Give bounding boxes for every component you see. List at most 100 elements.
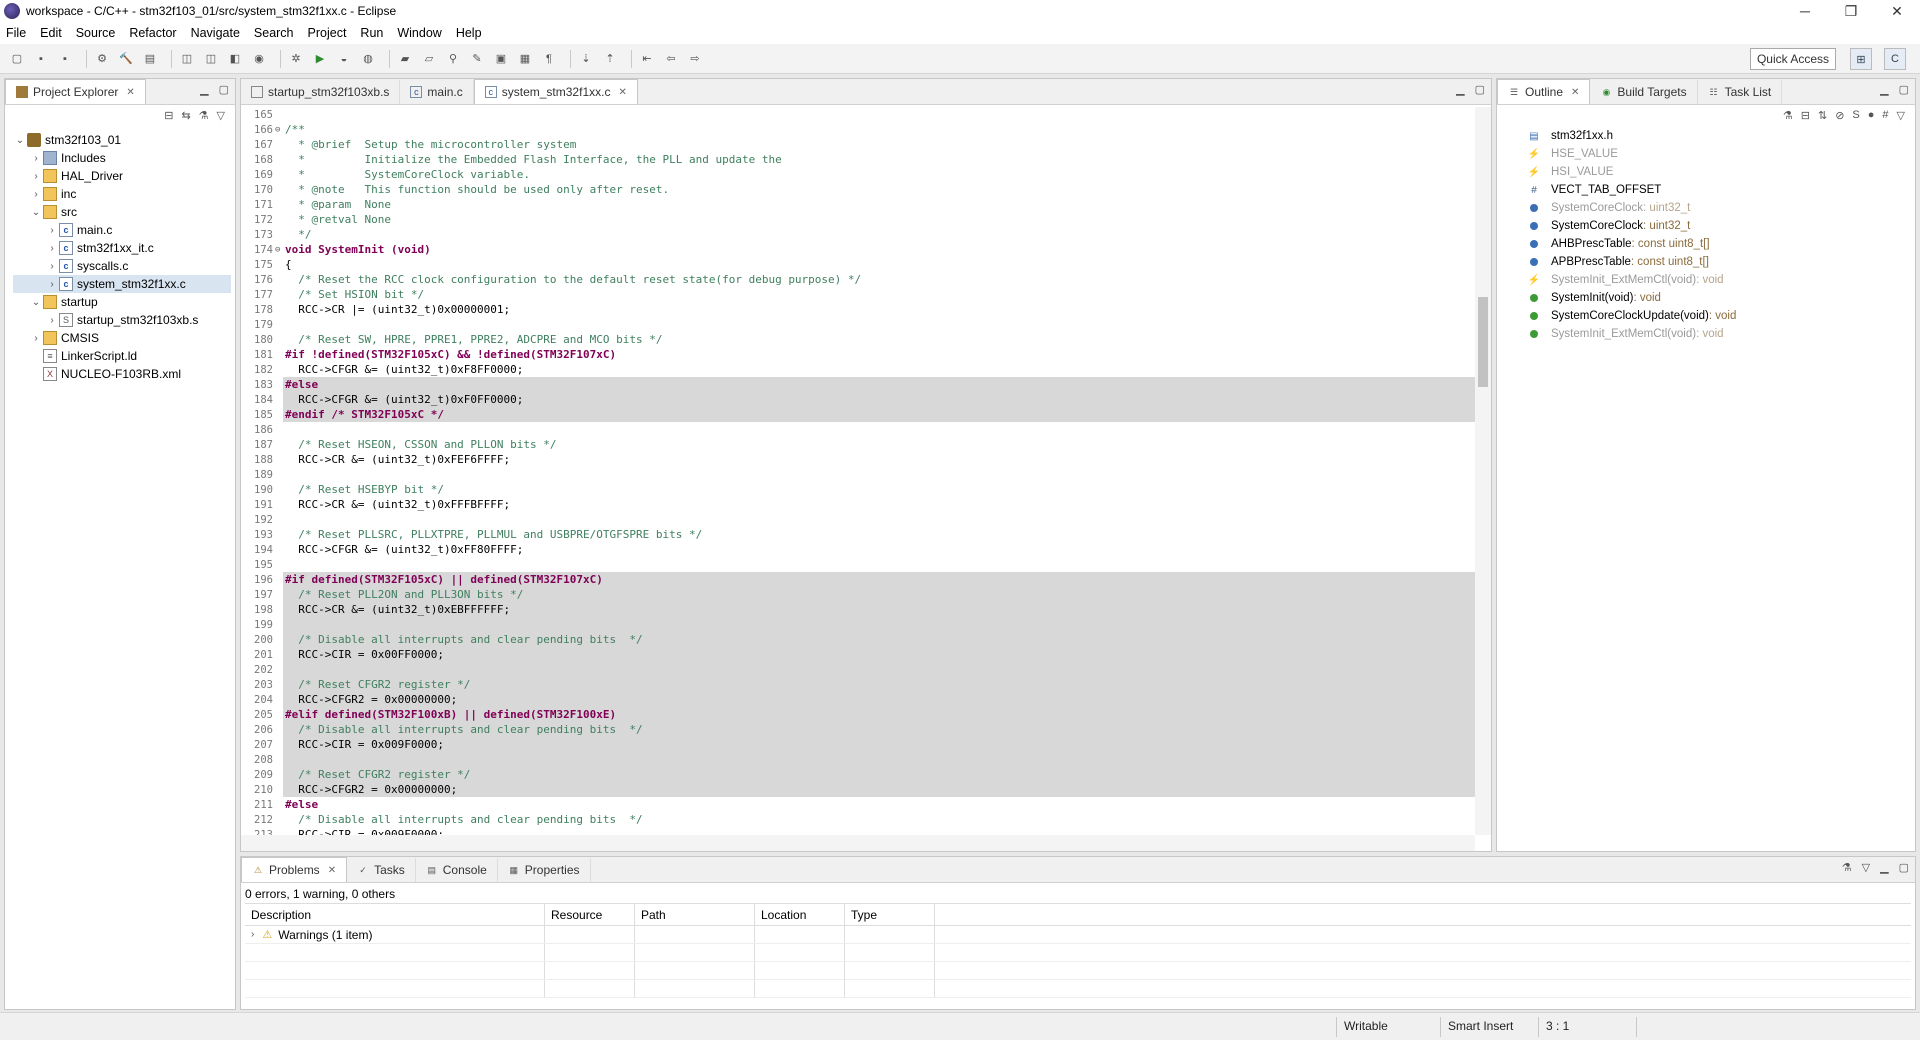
view-menu-icon[interactable]: ▽ bbox=[1897, 109, 1905, 122]
code-line[interactable]: 197 /* Reset PLL2ON and PLL3ON bits */ bbox=[241, 587, 1475, 602]
code-line[interactable]: 178 RCC->CR |= (uint32_t)0x00000001; bbox=[241, 302, 1475, 317]
code-line[interactable]: 183 #else bbox=[241, 377, 1475, 392]
tree-item[interactable]: › HAL_Driver bbox=[13, 167, 231, 185]
chevron-down-icon[interactable]: ⌄ bbox=[13, 135, 27, 146]
maximize-icon[interactable]: ▢ bbox=[219, 83, 229, 96]
outline-item[interactable]: APBPrescTable : const uint8_t[] bbox=[1527, 253, 1909, 271]
build-target-icon[interactable]: ▤ bbox=[141, 50, 159, 68]
tab-startup-file[interactable]: startup_stm32f103xb.s bbox=[241, 80, 401, 104]
scrollbar-thumb[interactable] bbox=[1478, 297, 1488, 387]
open-perspective-icon[interactable]: ⊞ bbox=[1850, 48, 1872, 70]
code-line[interactable]: 213 RCC->CIR = 0x009F0000; bbox=[241, 827, 1475, 835]
hide-fields-icon[interactable]: ⊘ bbox=[1835, 109, 1844, 122]
code-line[interactable]: 189 bbox=[241, 467, 1475, 482]
block-select-icon[interactable]: ▦ bbox=[516, 50, 534, 68]
build-icon[interactable]: 🔨 bbox=[117, 50, 135, 68]
code-line[interactable]: 209 /* Reset CFGR2 register */ bbox=[241, 767, 1475, 782]
tree-item[interactable]: ⌄ src bbox=[13, 203, 231, 221]
chevron-down-icon[interactable]: ⌄ bbox=[29, 207, 43, 218]
debug-icon[interactable]: ✲ bbox=[287, 50, 305, 68]
open-type-icon[interactable]: ▰ bbox=[396, 50, 414, 68]
restore-button[interactable]: ❐ bbox=[1828, 0, 1874, 22]
minimize-icon[interactable]: ▁ bbox=[1880, 83, 1888, 96]
highlight-icon[interactable]: ✎ bbox=[468, 50, 486, 68]
status-insert-mode[interactable]: Smart Insert bbox=[1448, 1019, 1513, 1033]
close-button[interactable]: ✕ bbox=[1874, 0, 1920, 22]
run-icon[interactable]: ▶ bbox=[311, 50, 329, 68]
tab-main-c[interactable]: c main.c bbox=[400, 80, 474, 104]
outline-item[interactable]: AHBPrescTable : const uint8_t[] bbox=[1527, 235, 1909, 253]
last-edit-icon[interactable]: ⇤ bbox=[638, 50, 656, 68]
column-location[interactable]: Location bbox=[755, 904, 845, 925]
horizontal-scrollbar[interactable] bbox=[241, 835, 1475, 851]
tree-item[interactable]: › c stm32f1xx_it.c bbox=[13, 239, 231, 257]
column-path[interactable]: Path bbox=[635, 904, 755, 925]
chevron-right-icon[interactable]: › bbox=[45, 225, 59, 236]
menu-search[interactable]: Search bbox=[254, 26, 294, 40]
code-line[interactable]: 212 /* Disable all interrupts and clear … bbox=[241, 812, 1475, 827]
tree-item[interactable]: › c main.c bbox=[13, 221, 231, 239]
fold-toggle-icon[interactable]: ⊖ bbox=[275, 245, 283, 255]
save-all-icon[interactable]: ▪ bbox=[56, 50, 74, 68]
open-folder-icon[interactable]: ▱ bbox=[420, 50, 438, 68]
hide-non-public-icon[interactable]: ● bbox=[1868, 109, 1875, 122]
code-line[interactable]: 198 RCC->CR &= (uint32_t)0xEBFFFFFF; bbox=[241, 602, 1475, 617]
outline-item[interactable]: SystemCoreClock : uint32_t bbox=[1527, 199, 1909, 217]
external-tools-icon[interactable]: ◍ bbox=[359, 50, 377, 68]
next-annotation-icon[interactable]: ⇣ bbox=[577, 50, 595, 68]
code-line[interactable]: 207 RCC->CIR = 0x009F0000; bbox=[241, 737, 1475, 752]
link-with-editor-icon[interactable]: ⇆ bbox=[181, 109, 190, 122]
tab-tasks[interactable]: ✓ Tasks bbox=[347, 858, 416, 882]
outline-item[interactable]: ⚡ HSI_VALUE bbox=[1527, 163, 1909, 181]
chevron-right-icon[interactable]: › bbox=[29, 333, 43, 344]
maximize-icon[interactable]: ▢ bbox=[1899, 83, 1909, 96]
settings-icon[interactable]: ⚙ bbox=[93, 50, 111, 68]
outline-item[interactable]: SystemInit(void) : void bbox=[1527, 289, 1909, 307]
chevron-right-icon[interactable]: › bbox=[29, 171, 43, 182]
new-folder-icon[interactable]: ◫ bbox=[202, 50, 220, 68]
close-icon[interactable]: ✕ bbox=[126, 87, 134, 98]
column-type[interactable]: Type bbox=[845, 904, 935, 925]
group-includes-icon[interactable]: # bbox=[1882, 109, 1888, 122]
code-line[interactable]: 187 /* Reset HSEON, CSSON and PLLON bits… bbox=[241, 437, 1475, 452]
tree-item[interactable]: › Sstartup_stm32f103xb.s bbox=[13, 311, 231, 329]
close-icon[interactable]: ✕ bbox=[1571, 87, 1579, 98]
new-project-icon[interactable]: ◫ bbox=[178, 50, 196, 68]
code-line[interactable]: 177 /* Set HSION bit */ bbox=[241, 287, 1475, 302]
chevron-right-icon[interactable]: › bbox=[29, 189, 43, 200]
code-line[interactable]: 194 RCC->CFGR &= (uint32_t)0xFF80FFFF; bbox=[241, 542, 1475, 557]
outline-item[interactable]: ▤ stm32f1xx.h bbox=[1527, 127, 1909, 145]
code-line[interactable]: 182 RCC->CFGR &= (uint32_t)0xF8FF0000; bbox=[241, 362, 1475, 377]
tab-task-list[interactable]: ☷ Task List bbox=[1698, 80, 1783, 104]
code-line[interactable]: 202 bbox=[241, 662, 1475, 677]
outline-item[interactable]: SystemCoreClock : uint32_t bbox=[1527, 217, 1909, 235]
code-line[interactable]: 203 /* Reset CFGR2 register */ bbox=[241, 677, 1475, 692]
code-line[interactable]: 168 * Initialize the Embedded Flash Inte… bbox=[241, 152, 1475, 167]
collapse-all-icon[interactable]: ⊟ bbox=[164, 109, 173, 122]
tree-item[interactable]: ⌄ stm32f103_01 bbox=[13, 131, 231, 149]
filter-icon[interactable]: ⚗ bbox=[1783, 109, 1793, 122]
forward-icon[interactable]: ⇨ bbox=[686, 50, 704, 68]
previous-annotation-icon[interactable]: ⇡ bbox=[601, 50, 619, 68]
view-menu-icon[interactable]: ▽ bbox=[1862, 861, 1870, 874]
code-line[interactable]: 195 bbox=[241, 557, 1475, 572]
show-whitespace-icon[interactable]: ¶ bbox=[540, 50, 558, 68]
new-class-icon[interactable]: ◧ bbox=[226, 50, 244, 68]
code-line[interactable]: 181 #if !defined(STM32F105xC) && !defined… bbox=[241, 347, 1475, 362]
outline-item[interactable]: ⚡ SystemInit_ExtMemCtl(void) : void bbox=[1527, 271, 1909, 289]
code-line[interactable]: 190 /* Reset HSEBYP bit */ bbox=[241, 482, 1475, 497]
code-line[interactable]: 184 RCC->CFGR &= (uint32_t)0xF0FF0000; bbox=[241, 392, 1475, 407]
chevron-right-icon[interactable]: › bbox=[45, 261, 59, 272]
chevron-down-icon[interactable]: ⌄ bbox=[29, 297, 43, 308]
view-menu-icon[interactable]: ▽ bbox=[217, 109, 225, 122]
code-editor[interactable]: 165 166 ⊖/** 167 * @brief Setup the microco… bbox=[241, 107, 1475, 835]
outline-item[interactable]: # VECT_TAB_OFFSET bbox=[1527, 181, 1909, 199]
menu-edit[interactable]: Edit bbox=[40, 26, 62, 40]
menu-source[interactable]: Source bbox=[76, 26, 116, 40]
code-line[interactable]: 192 bbox=[241, 512, 1475, 527]
chevron-right-icon[interactable]: › bbox=[45, 279, 59, 290]
chevron-right-icon[interactable]: › bbox=[251, 926, 254, 944]
code-line[interactable]: 204 RCC->CFGR2 = 0x00000000; bbox=[241, 692, 1475, 707]
code-line[interactable]: 172 * @retval None bbox=[241, 212, 1475, 227]
tree-item[interactable]: › inc bbox=[13, 185, 231, 203]
